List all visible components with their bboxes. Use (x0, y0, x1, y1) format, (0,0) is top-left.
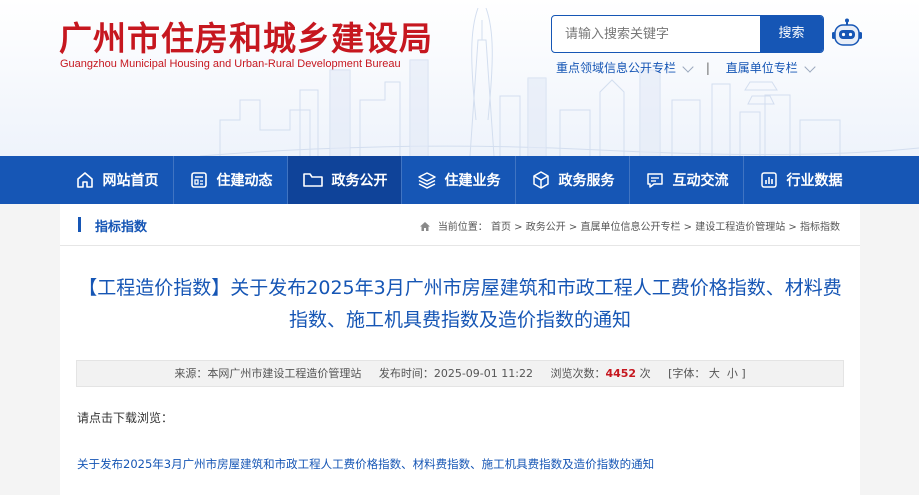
cube-icon (532, 171, 549, 189)
article-meta: 来源：本网广州市建设工程造价管理站 发布时间：2025-09-01 11:22 … (76, 360, 844, 387)
search-box: 搜索 (551, 15, 824, 53)
section-bar: 指标指数 当前位置： 首页 > 政务公开 > 直属单位信息公开专栏 > 建设工程… (60, 204, 860, 246)
news-icon (190, 172, 207, 188)
bar-chart-icon (760, 172, 777, 188)
quick-link-key-areas[interactable]: 重点领域信息公开专栏 (556, 59, 694, 76)
quick-link-affiliated-units[interactable]: 直属单位专栏 (726, 59, 816, 76)
section-title: 指标指数 (95, 220, 148, 235)
breadcrumb-link-affiliated-units[interactable]: 直属单位信息公开专栏 (581, 222, 681, 233)
section-marker (78, 217, 81, 232)
breadcrumb-link-government-affairs[interactable]: 政务公开 (526, 222, 566, 233)
nav-item-interaction[interactable]: 互动交流 (630, 156, 743, 204)
nav-item-construction-business[interactable]: 住建业务 (402, 156, 515, 204)
quick-links-separator: | (705, 60, 710, 75)
nav-item-industry-data[interactable]: 行业数据 (744, 156, 857, 204)
home-icon (419, 222, 430, 231)
chat-icon (646, 173, 663, 188)
article-source: 本网广州市建设工程造价管理站 (207, 367, 362, 380)
layers-icon (417, 172, 436, 189)
breadcrumb-link-cost-station[interactable]: 建设工程造价管理站 (695, 222, 785, 233)
site-logo-subtitle: Guangzhou Municipal Housing and Urban-Ru… (60, 58, 401, 70)
search-button[interactable]: 搜索 (760, 16, 823, 52)
nav-item-home[interactable]: 网站首页 (60, 156, 173, 204)
folder-icon (302, 173, 323, 187)
breadcrumb: 当前位置： 首页 > 政务公开 > 直属单位信息公开专栏 > 建设工程造价管理站… (419, 218, 840, 233)
nav-item-news[interactable]: 住建动态 (174, 156, 287, 204)
attachment-link[interactable]: 关于发布2025年3月广州市房屋建筑和市政工程人工费价格指数、材料费指数、施工机… (77, 456, 654, 472)
view-count: 4452 (605, 367, 637, 380)
main-content: 指标指数 当前位置： 首页 > 政务公开 > 直属单位信息公开专栏 > 建设工程… (60, 204, 860, 495)
chevron-down-icon (682, 61, 694, 73)
article-title: 【工程造价指数】关于发布2025年3月广州市房屋建筑和市政工程人工费价格指数、材… (78, 277, 842, 331)
article-intro: 请点击下载浏览： (77, 411, 174, 425)
site-header: 广州市住房和城乡建设局 Guangzhou Municipal Housing … (0, 0, 919, 156)
assistant-robot-icon[interactable] (832, 18, 862, 50)
breadcrumb-prefix: 当前位置： (437, 222, 488, 233)
site-logo-title[interactable]: 广州市住房和城乡建设局 (59, 12, 433, 60)
home-icon (76, 172, 93, 188)
font-size-small-button[interactable]: 小 (727, 367, 738, 380)
main-nav: 网站首页 住建动态 政务公开 住建业务 政务服务 互动交流 行业数据 (0, 156, 919, 204)
nav-item-government-affairs[interactable]: 政务公开 (288, 156, 401, 204)
breadcrumb-link-home[interactable]: 首页 (491, 222, 511, 233)
quick-links: 重点领域信息公开专栏 | 直属单位专栏 (556, 59, 816, 76)
nav-item-government-services[interactable]: 政务服务 (516, 156, 629, 204)
search-input[interactable] (552, 16, 761, 52)
chevron-down-icon (804, 61, 816, 73)
font-size-large-button[interactable]: 大 (709, 367, 720, 380)
breadcrumb-link-indices[interactable]: 指标指数 (800, 222, 840, 233)
article-date: 2025-09-01 11:22 (433, 367, 533, 380)
